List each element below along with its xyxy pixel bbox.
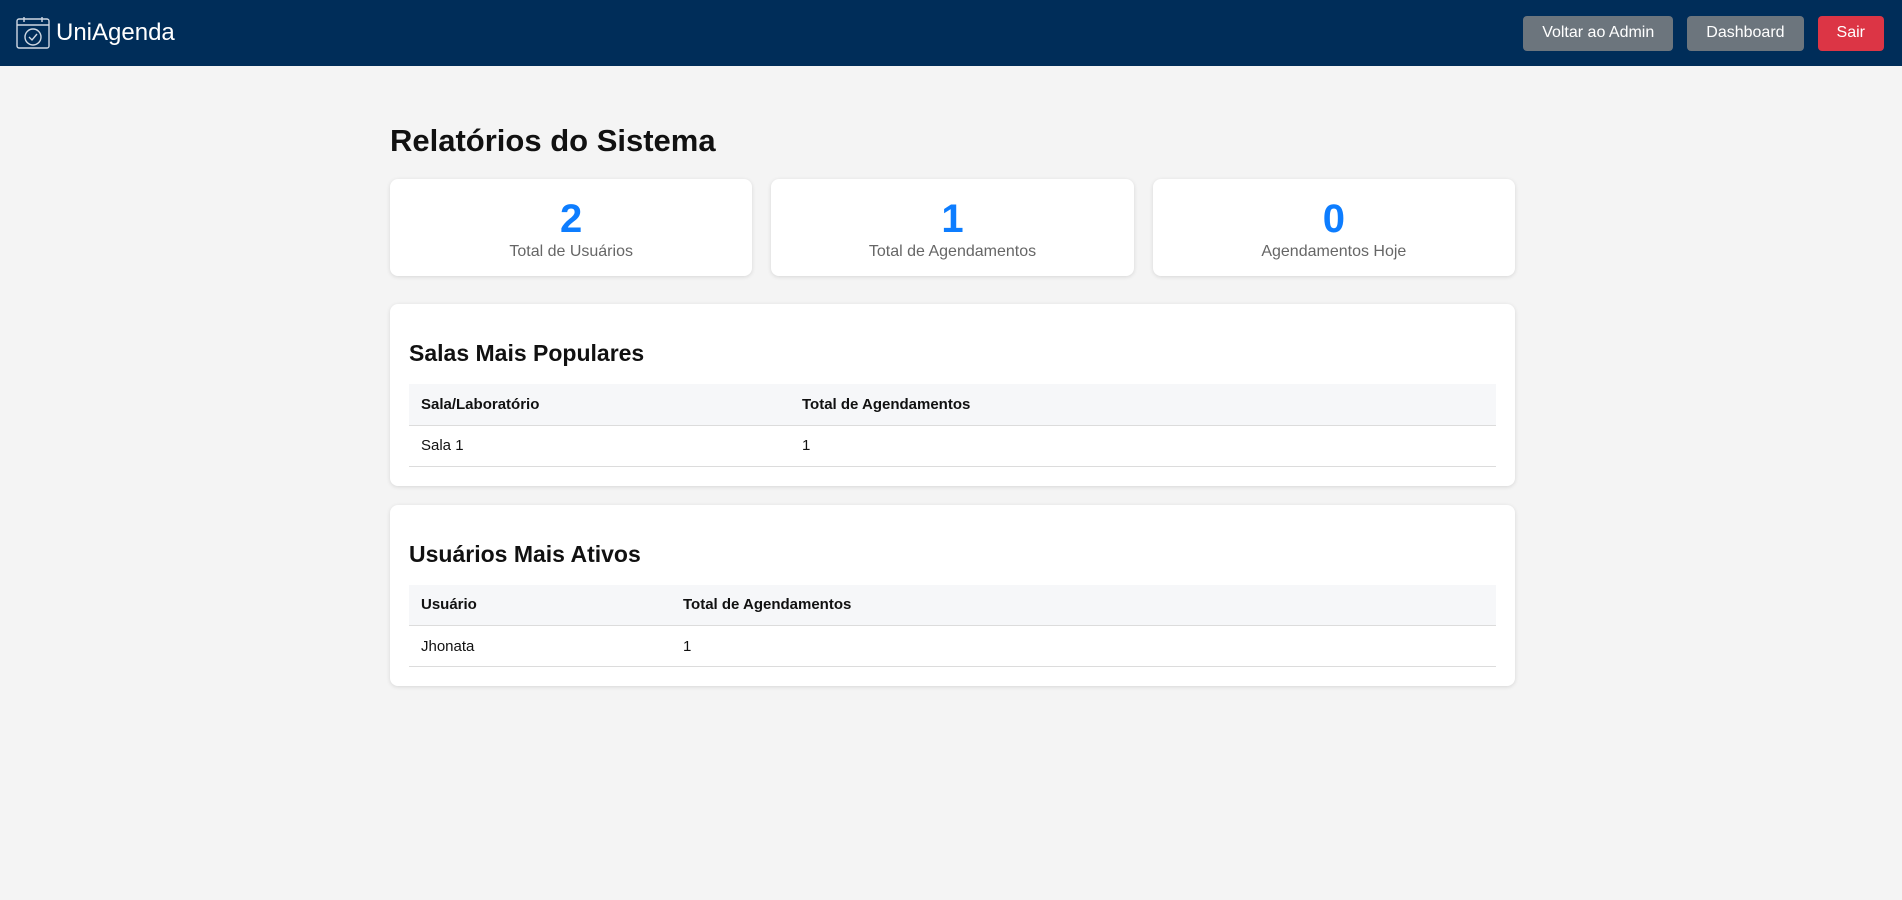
column-header: Total de Agendamentos [790,384,1496,426]
table-header-row: Usuário Total de Agendamentos [409,584,1496,627]
stat-value: 1 [941,196,964,241]
popular-rooms-table: Sala/Laboratório Total de Agendamentos S… [409,384,1496,467]
stat-card-bookings-today: 0 Agendamentos Hoje [1152,179,1515,277]
panel-title: Usuários Mais Ativos [409,540,641,567]
top-navbar: UniAgenda Voltar ao Admin Dashboard Sair [0,0,1902,66]
active-users-panel: Usuários Mais Ativos Usuário Total de Ag… [390,504,1515,687]
stat-label: Agendamentos Hoje [1261,242,1407,260]
brand-name: UniAgenda [56,19,175,46]
calendar-check-icon [16,17,50,49]
table-cell: Jhonata [409,625,671,668]
column-header: Sala/Laboratório [409,384,790,426]
panel-title: Salas Mais Populares [409,340,645,367]
table-cell: 1 [671,625,1496,668]
stats-row: 2 Total de Usuários 1 Total de Agendamen… [390,179,1515,277]
active-users-table: Usuário Total de Agendamentos Jhonata 1 [409,584,1496,668]
main-content: Relatórios do Sistema 2 Total de Usuário… [390,66,1515,687]
stat-value: 2 [560,196,583,241]
table-cell: 1 [790,425,1496,467]
brand[interactable]: UniAgenda [16,17,175,49]
table-cell: Sala 1 [409,425,790,467]
stat-label: Total de Agendamentos [868,242,1037,260]
nav-actions: Voltar ao Admin Dashboard Sair [1523,15,1886,51]
stat-card-bookings: 1 Total de Agendamentos [771,179,1134,277]
stat-card-users: 2 Total de Usuários [390,179,753,277]
table-row: Sala 1 1 [409,425,1496,467]
column-header: Usuário [409,584,671,627]
stat-value: 0 [1322,196,1345,241]
page-title: Relatórios do Sistema [390,123,716,158]
popular-rooms-panel: Salas Mais Populares Sala/Laboratório To… [390,304,1515,486]
dashboard-button[interactable]: Dashboard [1687,15,1804,51]
column-header: Total de Agendamentos [671,584,1496,627]
logout-button[interactable]: Sair [1817,15,1884,51]
table-row: Jhonata 1 [409,625,1496,668]
table-header-row: Sala/Laboratório Total de Agendamentos [409,384,1496,426]
back-to-admin-button[interactable]: Voltar ao Admin [1523,15,1674,51]
stat-label: Total de Usuários [509,242,633,260]
